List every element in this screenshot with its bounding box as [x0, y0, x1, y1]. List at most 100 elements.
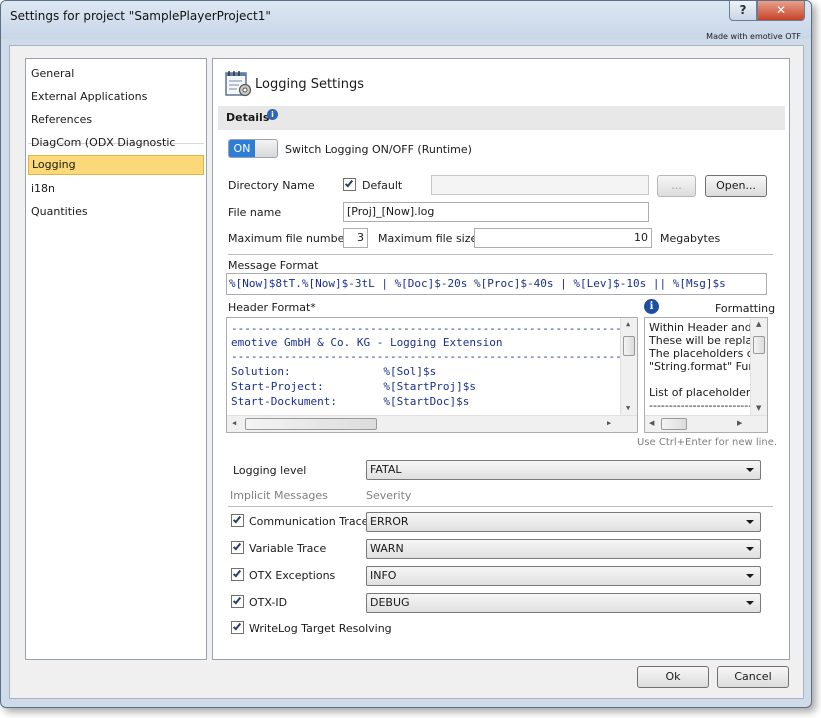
otx-exceptions-checkbox[interactable]	[231, 568, 244, 581]
ok-button[interactable]: Ok	[637, 666, 709, 688]
scroll-down-icon[interactable]: ▼	[756, 404, 761, 412]
details-info-icon[interactable]: i	[267, 109, 278, 120]
file-name-label: File name	[228, 206, 282, 219]
directory-input[interactable]	[431, 175, 649, 195]
nav-item-references[interactable]: References	[28, 110, 204, 130]
help-line: The placeholders ca	[649, 347, 760, 360]
scroll-up-icon[interactable]: ▲	[626, 320, 630, 328]
toggle-label: Switch Logging ON/OFF (Runtime)	[285, 143, 472, 156]
size-unit-label: Megabytes	[660, 232, 721, 245]
header-format-label: Header Format*	[228, 301, 316, 314]
nav-item-i18n[interactable]: i18n	[28, 179, 204, 199]
otx-exceptions-label: OTX Exceptions	[249, 569, 336, 582]
file-name-input[interactable]: [Proj]_[Now].log	[343, 202, 649, 222]
browse-button[interactable]: ...	[657, 175, 696, 197]
scroll-left-icon[interactable]: ◀	[649, 419, 654, 427]
help-line: Within Header and	[649, 321, 752, 334]
chevron-down-icon	[746, 601, 754, 605]
window-title: Settings for project "SamplePlayerProjec…	[10, 9, 271, 23]
formatting-info-icon[interactable]: i	[644, 299, 659, 314]
check-mark-icon	[232, 514, 242, 524]
check-mark-icon	[344, 178, 354, 188]
scroll-up-icon[interactable]: ▲	[756, 320, 761, 328]
message-format-label: Message Format	[228, 259, 319, 272]
variable-trace-severity-select[interactable]: WARN	[366, 539, 761, 559]
severity-value: DEBUG	[370, 596, 410, 609]
scroll-thumb[interactable]	[245, 418, 377, 430]
severity-value: INFO	[370, 569, 397, 582]
formatting-help-text[interactable]: Within Header and These will be replac T…	[644, 317, 768, 433]
chevron-down-icon	[746, 468, 754, 472]
scroll-right-icon[interactable]: ▶	[607, 419, 611, 427]
variable-trace-checkbox[interactable]	[231, 541, 244, 554]
new-line-hint: Use Ctrl+Enter for new line.	[637, 437, 778, 448]
header-horizontal-scrollbar[interactable]: ◀ ▶	[227, 415, 637, 432]
otx-exceptions-severity-select[interactable]: INFO	[366, 566, 761, 586]
cancel-button[interactable]: Cancel	[717, 666, 789, 688]
divider	[228, 506, 773, 507]
header-line: Start-Dockument: %[StartDoc]$s	[231, 395, 470, 408]
communication-trace-label: Communication Trace	[249, 515, 369, 528]
scroll-right-icon[interactable]: ▶	[737, 419, 742, 427]
logging-toggle[interactable]: ON	[228, 139, 278, 158]
implicit-messages-label: Implicit Messages	[230, 489, 328, 502]
otx-id-severity-select[interactable]: DEBUG	[366, 593, 761, 613]
otx-id-checkbox[interactable]	[231, 595, 244, 608]
check-mark-icon	[232, 568, 242, 578]
scroll-left-icon[interactable]: ◀	[232, 419, 236, 427]
scroll-thumb[interactable]	[623, 336, 635, 356]
help-horizontal-scrollbar[interactable]: ◀ ▶	[645, 415, 767, 432]
help-vertical-scrollbar[interactable]: ▲ ▼	[750, 318, 767, 415]
directory-label: Directory Name	[228, 179, 315, 192]
logging-level-select[interactable]: FATAL	[366, 460, 761, 480]
communication-trace-severity-select[interactable]: ERROR	[366, 512, 761, 532]
formatting-label: Formatting	[715, 302, 776, 315]
header-format-editor[interactable]: ----------------------------------------…	[226, 317, 638, 433]
toggle-state: ON	[229, 140, 255, 157]
header-line: Solution: %[Sol]$s	[231, 365, 437, 378]
settings-window: Settings for project "SamplePlayerProjec…	[0, 0, 812, 708]
default-directory-checkbox[interactable]	[343, 178, 356, 191]
header-line: emotive GmbH & Co. KG - Logging Extensio…	[231, 336, 503, 349]
max-file-number-label: Maximum file number	[228, 232, 349, 245]
check-mark-icon	[232, 595, 242, 605]
message-format-input[interactable]: %[Now]$8tT.%[Now]$-3tL | %[Doc]$-20s %[P…	[226, 273, 767, 295]
close-button[interactable]: ✕	[757, 1, 805, 21]
settings-nav: General External Applications References…	[25, 58, 207, 660]
max-file-number-input[interactable]: 3	[343, 228, 368, 248]
logging-settings-icon	[225, 71, 252, 97]
header-vertical-scrollbar[interactable]: ▲ ▼	[620, 318, 637, 415]
max-file-size-input[interactable]: 10	[474, 228, 652, 248]
scroll-thumb[interactable]	[661, 418, 687, 430]
nav-item-diagcom[interactable]: DiagCom (ODX Diagnostic Data)	[28, 133, 204, 169]
nav-item-quantities[interactable]: Quantities	[28, 202, 204, 222]
made-with-label: Made with emotive OTF	[706, 32, 801, 41]
communication-trace-checkbox[interactable]	[231, 514, 244, 527]
divider	[228, 254, 773, 255]
help-button[interactable]: ?	[729, 1, 757, 21]
page-title: Logging Settings	[255, 77, 365, 92]
severity-value: ERROR	[370, 515, 409, 528]
severity-label: Severity	[366, 489, 412, 502]
writelog-target-resolving-checkbox[interactable]	[231, 621, 244, 634]
max-file-size-label: Maximum file size	[378, 232, 478, 245]
scroll-down-icon[interactable]: ▼	[626, 404, 630, 412]
nav-item-logging[interactable]: Logging	[28, 155, 204, 175]
nav-item-general[interactable]: General	[28, 64, 204, 84]
help-line: These will be replac	[649, 334, 759, 347]
nav-item-external-applications[interactable]: External Applications	[28, 87, 204, 107]
title-bar[interactable]: Settings for project "SamplePlayerProjec…	[1, 1, 811, 41]
message-format-text: %[Now]$8tT.%[Now]$-3tL | %[Doc]$-20s %[P…	[229, 277, 726, 290]
dialog-client: General External Applications References…	[9, 45, 804, 699]
check-mark-icon	[232, 621, 242, 631]
writelog-target-resolving-label: WriteLog Target Resolving	[249, 622, 392, 635]
default-label: Default	[362, 179, 403, 192]
header-line: ----------------------------------------…	[231, 350, 638, 363]
scroll-thumb[interactable]	[753, 336, 765, 354]
logging-level-label: Logging level	[233, 464, 307, 477]
details-section-header: Details i	[218, 106, 785, 130]
severity-value: WARN	[370, 542, 404, 555]
header-line: Start-Project: %[StartProj]$s	[231, 380, 477, 393]
logging-level-value: FATAL	[370, 463, 402, 476]
open-button[interactable]: Open...	[705, 175, 767, 197]
